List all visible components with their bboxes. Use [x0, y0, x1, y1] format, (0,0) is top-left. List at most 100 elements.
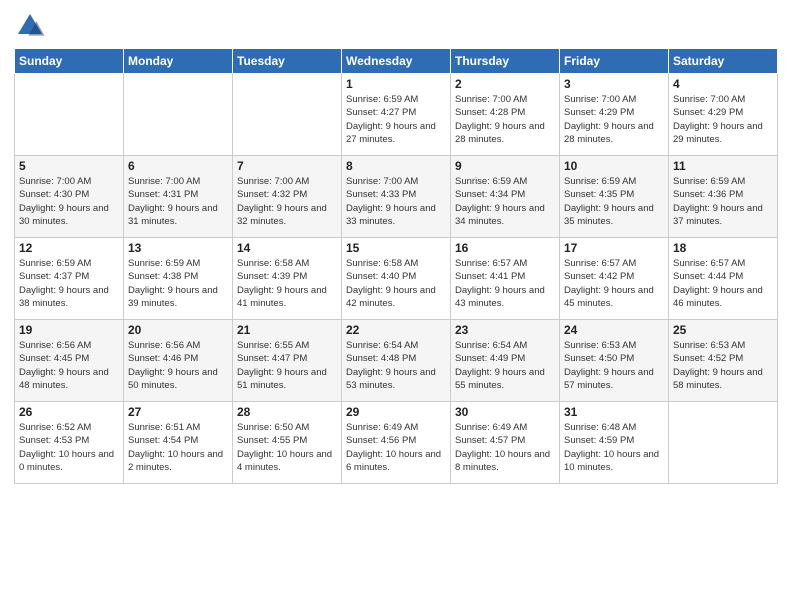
day-info: Sunrise: 6:56 AM Sunset: 4:45 PM Dayligh… [19, 339, 119, 392]
day-cell: 26 Sunrise: 6:52 AM Sunset: 4:53 PM Dayli… [15, 402, 124, 484]
day-number: 18 [673, 241, 773, 255]
day-cell [15, 74, 124, 156]
day-info: Sunrise: 6:59 AM Sunset: 4:36 PM Dayligh… [673, 175, 773, 228]
day-number: 20 [128, 323, 228, 337]
weekday-header-friday: Friday [560, 49, 669, 74]
day-cell: 30 Sunrise: 6:49 AM Sunset: 4:57 PM Dayli… [451, 402, 560, 484]
day-number: 12 [19, 241, 119, 255]
day-info: Sunrise: 6:59 AM Sunset: 4:37 PM Dayligh… [19, 257, 119, 310]
day-info: Sunrise: 6:49 AM Sunset: 4:57 PM Dayligh… [455, 421, 555, 474]
day-number: 27 [128, 405, 228, 419]
day-number: 30 [455, 405, 555, 419]
day-cell: 29Sunrise: 6:49 AM Sunset: 4:56 PM Dayli… [342, 402, 451, 484]
day-number: 14 [237, 241, 337, 255]
day-info: Sunrise: 6:58 AM Sunset: 4:39 PM Dayligh… [237, 257, 337, 310]
week-row-3: 12 Sunrise: 6:59 AM Sunset: 4:37 PM Dayli… [15, 238, 778, 320]
day-number: 3 [564, 77, 664, 91]
weekday-header-monday: Monday [124, 49, 233, 74]
day-cell: 17Sunrise: 6:57 AM Sunset: 4:42 PM Dayli… [560, 238, 669, 320]
day-cell: 31Sunrise: 6:48 AM Sunset: 4:59 PM Dayli… [560, 402, 669, 484]
weekday-header-thursday: Thursday [451, 49, 560, 74]
week-row-4: 19 Sunrise: 6:56 AM Sunset: 4:45 PM Dayli… [15, 320, 778, 402]
weekday-header-saturday: Saturday [669, 49, 778, 74]
day-number: 29 [346, 405, 446, 419]
day-number: 15 [346, 241, 446, 255]
day-number: 13 [128, 241, 228, 255]
day-cell: 4 Sunrise: 7:00 AM Sunset: 4:29 PM Daylig… [669, 74, 778, 156]
day-info: Sunrise: 6:54 AM Sunset: 4:49 PM Dayligh… [455, 339, 555, 392]
day-number: 25 [673, 323, 773, 337]
week-row-2: 5 Sunrise: 7:00 AM Sunset: 4:30 PM Daylig… [15, 156, 778, 238]
day-info: Sunrise: 6:48 AM Sunset: 4:59 PM Dayligh… [564, 421, 664, 474]
day-info: Sunrise: 6:59 AM Sunset: 4:38 PM Dayligh… [128, 257, 228, 310]
day-cell: 15 Sunrise: 6:58 AM Sunset: 4:40 PM Dayli… [342, 238, 451, 320]
day-number: 9 [455, 159, 555, 173]
day-number: 28 [237, 405, 337, 419]
day-number: 11 [673, 159, 773, 173]
day-number: 10 [564, 159, 664, 173]
week-row-5: 26 Sunrise: 6:52 AM Sunset: 4:53 PM Dayli… [15, 402, 778, 484]
day-cell: 11 Sunrise: 6:59 AM Sunset: 4:36 PM Dayli… [669, 156, 778, 238]
day-cell: 1 Sunrise: 6:59 AM Sunset: 4:27 PM Daylig… [342, 74, 451, 156]
day-cell: 19 Sunrise: 6:56 AM Sunset: 4:45 PM Dayli… [15, 320, 124, 402]
day-number: 23 [455, 323, 555, 337]
day-number: 19 [19, 323, 119, 337]
day-cell: 16Sunrise: 6:57 AM Sunset: 4:41 PM Dayli… [451, 238, 560, 320]
day-info: Sunrise: 7:00 AM Sunset: 4:29 PM Dayligh… [673, 93, 773, 146]
day-number: 1 [346, 77, 446, 91]
day-cell [233, 74, 342, 156]
weekday-header-wednesday: Wednesday [342, 49, 451, 74]
day-cell: 6Sunrise: 7:00 AM Sunset: 4:31 PM Daylig… [124, 156, 233, 238]
day-info: Sunrise: 6:57 AM Sunset: 4:41 PM Dayligh… [455, 257, 555, 310]
day-number: 8 [346, 159, 446, 173]
day-info: Sunrise: 6:55 AM Sunset: 4:47 PM Dayligh… [237, 339, 337, 392]
day-info: Sunrise: 6:59 AM Sunset: 4:35 PM Dayligh… [564, 175, 664, 228]
day-cell: 12 Sunrise: 6:59 AM Sunset: 4:37 PM Dayli… [15, 238, 124, 320]
day-cell: 20 Sunrise: 6:56 AM Sunset: 4:46 PM Dayli… [124, 320, 233, 402]
day-info: Sunrise: 6:51 AM Sunset: 4:54 PM Dayligh… [128, 421, 228, 474]
day-cell: 14 Sunrise: 6:58 AM Sunset: 4:39 PM Dayli… [233, 238, 342, 320]
day-cell: 5 Sunrise: 7:00 AM Sunset: 4:30 PM Daylig… [15, 156, 124, 238]
day-info: Sunrise: 7:00 AM Sunset: 4:28 PM Dayligh… [455, 93, 555, 146]
day-cell: 24 Sunrise: 6:53 AM Sunset: 4:50 PM Dayli… [560, 320, 669, 402]
day-info: Sunrise: 7:00 AM Sunset: 4:30 PM Dayligh… [19, 175, 119, 228]
day-cell: 18 Sunrise: 6:57 AM Sunset: 4:44 PM Dayli… [669, 238, 778, 320]
day-info: Sunrise: 6:59 AM Sunset: 4:34 PM Dayligh… [455, 175, 555, 228]
day-info: Sunrise: 6:56 AM Sunset: 4:46 PM Dayligh… [128, 339, 228, 392]
day-number: 5 [19, 159, 119, 173]
day-info: Sunrise: 7:00 AM Sunset: 4:29 PM Dayligh… [564, 93, 664, 146]
day-cell: 3 Sunrise: 7:00 AM Sunset: 4:29 PM Daylig… [560, 74, 669, 156]
day-cell: 7 Sunrise: 7:00 AM Sunset: 4:32 PM Daylig… [233, 156, 342, 238]
day-number: 17 [564, 241, 664, 255]
header [14, 10, 778, 42]
day-info: Sunrise: 6:53 AM Sunset: 4:52 PM Dayligh… [673, 339, 773, 392]
day-cell: 22Sunrise: 6:54 AM Sunset: 4:48 PM Dayli… [342, 320, 451, 402]
weekday-header-row: SundayMondayTuesdayWednesdayThursdayFrid… [15, 49, 778, 74]
day-info: Sunrise: 6:50 AM Sunset: 4:55 PM Dayligh… [237, 421, 337, 474]
week-row-1: 1 Sunrise: 6:59 AM Sunset: 4:27 PM Daylig… [15, 74, 778, 156]
day-cell: 9 Sunrise: 6:59 AM Sunset: 4:34 PM Daylig… [451, 156, 560, 238]
day-cell: 23 Sunrise: 6:54 AM Sunset: 4:49 PM Dayli… [451, 320, 560, 402]
weekday-header-tuesday: Tuesday [233, 49, 342, 74]
day-cell: 27 Sunrise: 6:51 AM Sunset: 4:54 PM Dayli… [124, 402, 233, 484]
day-number: 24 [564, 323, 664, 337]
day-info: Sunrise: 7:00 AM Sunset: 4:32 PM Dayligh… [237, 175, 337, 228]
day-cell: 28 Sunrise: 6:50 AM Sunset: 4:55 PM Dayli… [233, 402, 342, 484]
day-info: Sunrise: 6:57 AM Sunset: 4:44 PM Dayligh… [673, 257, 773, 310]
day-info: Sunrise: 6:59 AM Sunset: 4:27 PM Dayligh… [346, 93, 446, 146]
day-cell: 8 Sunrise: 7:00 AM Sunset: 4:33 PM Daylig… [342, 156, 451, 238]
logo [14, 10, 50, 42]
day-cell: 13 Sunrise: 6:59 AM Sunset: 4:38 PM Dayli… [124, 238, 233, 320]
day-number: 21 [237, 323, 337, 337]
page: SundayMondayTuesdayWednesdayThursdayFrid… [0, 0, 792, 612]
day-number: 4 [673, 77, 773, 91]
day-info: Sunrise: 6:54 AM Sunset: 4:48 PM Dayligh… [346, 339, 446, 392]
day-number: 26 [19, 405, 119, 419]
day-info: Sunrise: 6:58 AM Sunset: 4:40 PM Dayligh… [346, 257, 446, 310]
logo-icon [14, 10, 46, 42]
day-cell: 25 Sunrise: 6:53 AM Sunset: 4:52 PM Dayli… [669, 320, 778, 402]
day-info: Sunrise: 7:00 AM Sunset: 4:33 PM Dayligh… [346, 175, 446, 228]
day-number: 7 [237, 159, 337, 173]
day-info: Sunrise: 6:52 AM Sunset: 4:53 PM Dayligh… [19, 421, 119, 474]
day-info: Sunrise: 6:53 AM Sunset: 4:50 PM Dayligh… [564, 339, 664, 392]
